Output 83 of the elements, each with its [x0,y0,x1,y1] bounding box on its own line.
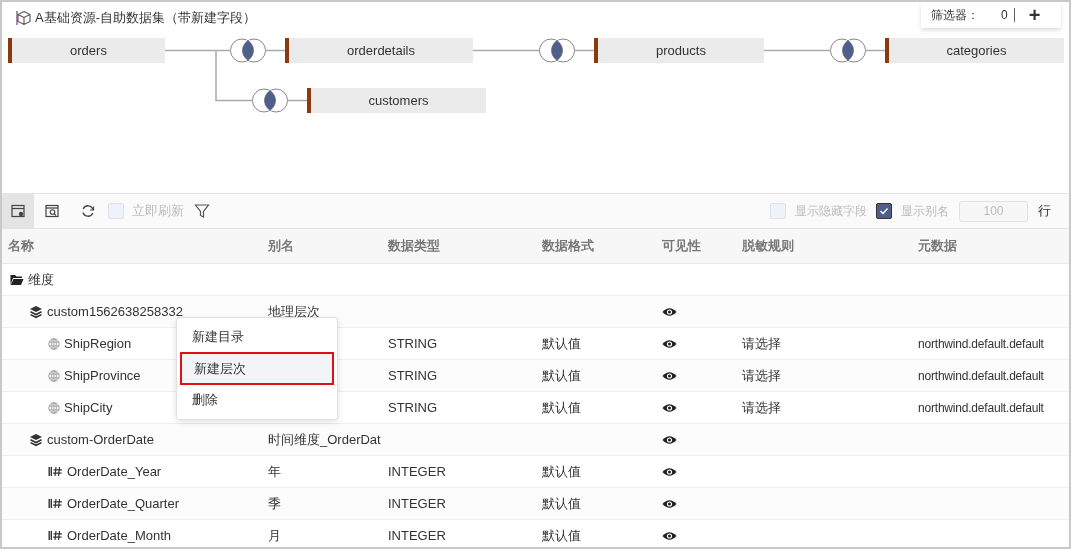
globe-icon [48,337,60,350]
mask-rule-cell: 请选择 [742,399,781,415]
column-header[interactable]: 数据格式 [542,238,594,254]
table-node[interactable]: orderdetails [285,38,473,63]
folder-icon [10,273,24,286]
globe-icon [48,369,60,382]
dataset-title: A基础资源-自助数据集（带新建字段） [35,9,256,27]
field-name[interactable]: OrderDate_Month [67,525,172,546]
join-icon[interactable] [830,38,866,63]
format-cell: 默认值 [542,463,581,479]
column-header[interactable]: 名称 [8,238,34,254]
column-header[interactable]: 脱敏规则 [742,238,794,254]
menu-item[interactable]: 新建目录 [177,322,337,352]
field-name[interactable]: OrderDate_Year [67,461,162,482]
menu-item[interactable]: 删除 [177,385,337,415]
auto-refresh-checkbox[interactable] [108,203,124,219]
filter-label: 筛选器： [931,7,979,24]
column-header[interactable]: 可见性 [662,238,701,254]
auto-refresh-label: 立即刷新 [132,202,184,221]
layers-icon [29,432,43,447]
column-header[interactable]: 数据类型 [388,238,440,254]
filter-icon[interactable] [194,203,210,219]
format-cell: 默认值 [542,335,581,351]
type-cell: INTEGER [388,527,446,543]
field-name[interactable]: ShipCity [64,397,113,418]
column-header[interactable]: 元数据 [918,238,957,254]
table-node[interactable]: products [594,38,764,63]
field-name[interactable]: custom1562638258332 [47,301,183,322]
column-header[interactable]: 别名 [268,238,294,254]
eye-icon[interactable] [662,338,677,349]
number-icon [48,530,63,541]
layers-icon [29,304,43,319]
type-cell: STRING [388,367,438,383]
settings-icon[interactable] [2,194,34,228]
number-icon [48,466,63,477]
eye-icon[interactable] [662,402,677,413]
show-hidden-checkbox[interactable] [770,203,786,219]
menu-item[interactable]: 新建层次 [180,352,334,385]
row-unit-label: 行 [1038,202,1051,221]
alias-cell: 年 [268,463,281,479]
field-name[interactable]: ShipRegion [64,333,132,354]
format-cell: 默认值 [542,399,581,415]
add-button[interactable]: + [1028,5,1041,25]
join-icon[interactable] [252,88,288,113]
show-hidden-label: 显示隐藏字段 [795,203,867,220]
field-name[interactable]: ShipProvince [64,365,141,386]
format-cell: 默认值 [542,527,581,543]
mask-rule-cell: 请选择 [742,367,781,383]
metadata-cell: northwind.default.default [918,400,1044,415]
eye-icon[interactable] [662,306,677,317]
eye-icon[interactable] [662,434,677,445]
join-icon[interactable] [230,38,266,63]
field-name[interactable]: 维度 [28,269,54,290]
alias-cell: 月 [268,527,281,543]
metadata-cell: northwind.default.default [918,336,1044,351]
type-cell: INTEGER [388,463,446,479]
check-icon [879,206,889,216]
filter-count: 0 [1001,8,1015,22]
field-name[interactable]: custom-OrderDate [47,429,154,450]
table-node[interactable]: categories [885,38,1064,63]
metadata-cell: northwind.default.default [918,368,1044,383]
alias-cell: 季 [268,495,281,511]
type-cell: INTEGER [388,495,446,511]
type-cell: STRING [388,399,438,415]
alias-cell: 时间维度_OrderDat [268,431,381,447]
mask-rule-cell: 请选择 [742,335,781,351]
table-node[interactable]: customers [307,88,486,113]
eye-icon[interactable] [662,530,677,541]
cube-icon [16,9,32,26]
format-cell: 默认值 [542,495,581,511]
eye-icon[interactable] [662,466,677,477]
show-alias-label: 显示别名 [901,203,949,220]
show-alias-checkbox[interactable] [876,203,892,219]
table-node[interactable]: orders [8,38,165,63]
type-cell: STRING [388,335,438,351]
globe-icon [48,401,60,414]
join-icon[interactable] [539,38,575,63]
eye-icon[interactable] [662,370,677,381]
format-cell: 默认值 [542,367,581,383]
eye-icon[interactable] [662,498,677,509]
number-icon [48,498,63,509]
alias-cell: 地理层次 [268,303,320,319]
field-name[interactable]: OrderDate_Quarter [67,493,179,514]
